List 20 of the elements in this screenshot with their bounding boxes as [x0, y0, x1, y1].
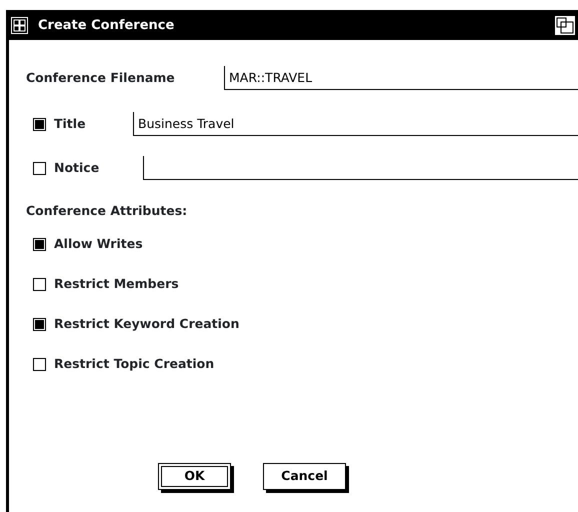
field-label: Conference Filename	[26, 68, 176, 87]
checkbox[interactable]	[33, 238, 46, 252]
filename-field[interactable]: MAR::TRAVEL	[224, 66, 578, 90]
checkbox[interactable]	[33, 118, 46, 130]
field-label: Notice	[54, 158, 100, 177]
checkbox[interactable]	[33, 278, 46, 292]
window-menu-icon[interactable]	[11, 17, 28, 34]
text-field[interactable]: Business Travel	[133, 112, 578, 136]
checkbox-label: Restrict Keyword Creation	[54, 315, 240, 334]
checkbox[interactable]	[33, 162, 46, 174]
window-title: Create Conference	[38, 16, 174, 35]
checkbox[interactable]	[33, 358, 46, 372]
checkbox-label: Allow Writes	[54, 235, 143, 254]
resize-icon[interactable]	[555, 16, 575, 35]
checkbox[interactable]	[33, 318, 46, 332]
checkbox-label: Restrict Topic Creation	[54, 355, 214, 374]
checkbox-label: Restrict Members	[54, 275, 179, 294]
field-label: Title	[54, 114, 87, 133]
text-field[interactable]	[143, 156, 578, 180]
section-heading: Conference Attributes:	[26, 202, 188, 220]
